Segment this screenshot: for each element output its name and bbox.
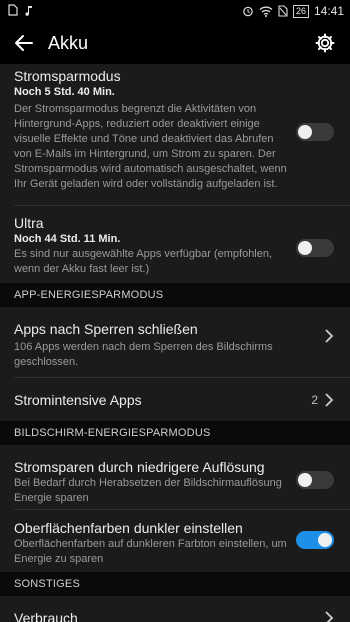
section-header-screen: BILDSCHIRM-ENERGIESPARMODUS: [0, 421, 350, 445]
section-header-app: APP-ENERGIESPARMODUS: [0, 283, 350, 307]
no-sim-icon: [278, 5, 288, 17]
sim-icon: [8, 4, 18, 16]
low-resolution-toggle[interactable]: [296, 471, 334, 489]
dark-colors-description: Oberflächenfarben auf dunkleren Farbton …: [14, 538, 287, 565]
power-saving-mode-row[interactable]: Stromsparmodus Noch 5 Std. 40 Min. Der S…: [0, 64, 350, 205]
toggle-knob: [298, 473, 312, 487]
toggle-knob: [318, 533, 332, 547]
toggle-knob: [298, 125, 312, 139]
page-title: Akku: [48, 33, 89, 53]
usage-title: Verbrauch: [14, 610, 78, 622]
app-bar: Akku: [0, 22, 350, 64]
close-apps-title: Apps nach Sperren schließen: [14, 321, 198, 337]
alarm-icon: [243, 6, 253, 17]
power-saving-remaining: Noch 5 Std. 40 Min.: [14, 86, 115, 98]
dark-colors-toggle[interactable]: [296, 531, 334, 549]
section-header-other: SONSTIGES: [0, 572, 350, 596]
chevron-right-icon: [325, 611, 334, 622]
intensive-apps-title: Stromintensive Apps: [14, 392, 142, 408]
ultra-remaining: Noch 44 Std. 11 Min.: [14, 233, 121, 245]
dark-colors-row[interactable]: Oberflächenfarben dunkler einstellen Obe…: [0, 510, 350, 572]
ultra-toggle[interactable]: [296, 239, 334, 257]
battery-indicator: 26: [292, 4, 309, 18]
clock: 14:41: [313, 4, 344, 18]
chevron-right-icon: [325, 329, 334, 343]
power-saving-description: Der Stromsparmodus begrenzt die Aktivitä…: [14, 103, 287, 190]
wifi-icon: [259, 6, 273, 17]
settings-list: Stromsparmodus Noch 5 Std. 40 Min. Der S…: [0, 64, 350, 622]
intensive-apps-row[interactable]: Stromintensive Apps 2: [0, 378, 350, 421]
chevron-right-icon: [325, 393, 334, 407]
close-apps-row[interactable]: Apps nach Sperren schließen 106 Apps wer…: [0, 307, 350, 377]
intensive-apps-count: 2: [311, 393, 318, 407]
power-saving-title: Stromsparmodus: [14, 68, 121, 84]
ultra-description: Es sind nur ausgewählte Apps verfügbar (…: [14, 248, 273, 275]
usage-row[interactable]: Verbrauch: [0, 596, 350, 622]
dark-colors-title: Oberflächenfarben dunkler einstellen: [14, 520, 243, 536]
low-resolution-description: Bei Bedarf durch Herabsetzen der Bildsch…: [14, 477, 282, 504]
music-note-icon: [25, 6, 32, 16]
low-resolution-row[interactable]: Stromsparen durch niedrigere Auflösung B…: [0, 445, 350, 509]
toggle-knob: [298, 241, 312, 255]
ultra-title: Ultra: [14, 215, 44, 231]
power-saving-toggle[interactable]: [296, 123, 334, 141]
back-arrow-icon[interactable]: [12, 32, 34, 54]
close-apps-description: 106 Apps werden nach dem Sperren des Bil…: [14, 341, 273, 368]
gear-icon[interactable]: [314, 32, 336, 54]
status-bar: 26 14:41: [0, 0, 350, 22]
low-resolution-title: Stromsparen durch niedrigere Auflösung: [14, 459, 265, 475]
ultra-mode-row[interactable]: Ultra Noch 44 Std. 11 Min. Es sind nur a…: [0, 206, 350, 283]
